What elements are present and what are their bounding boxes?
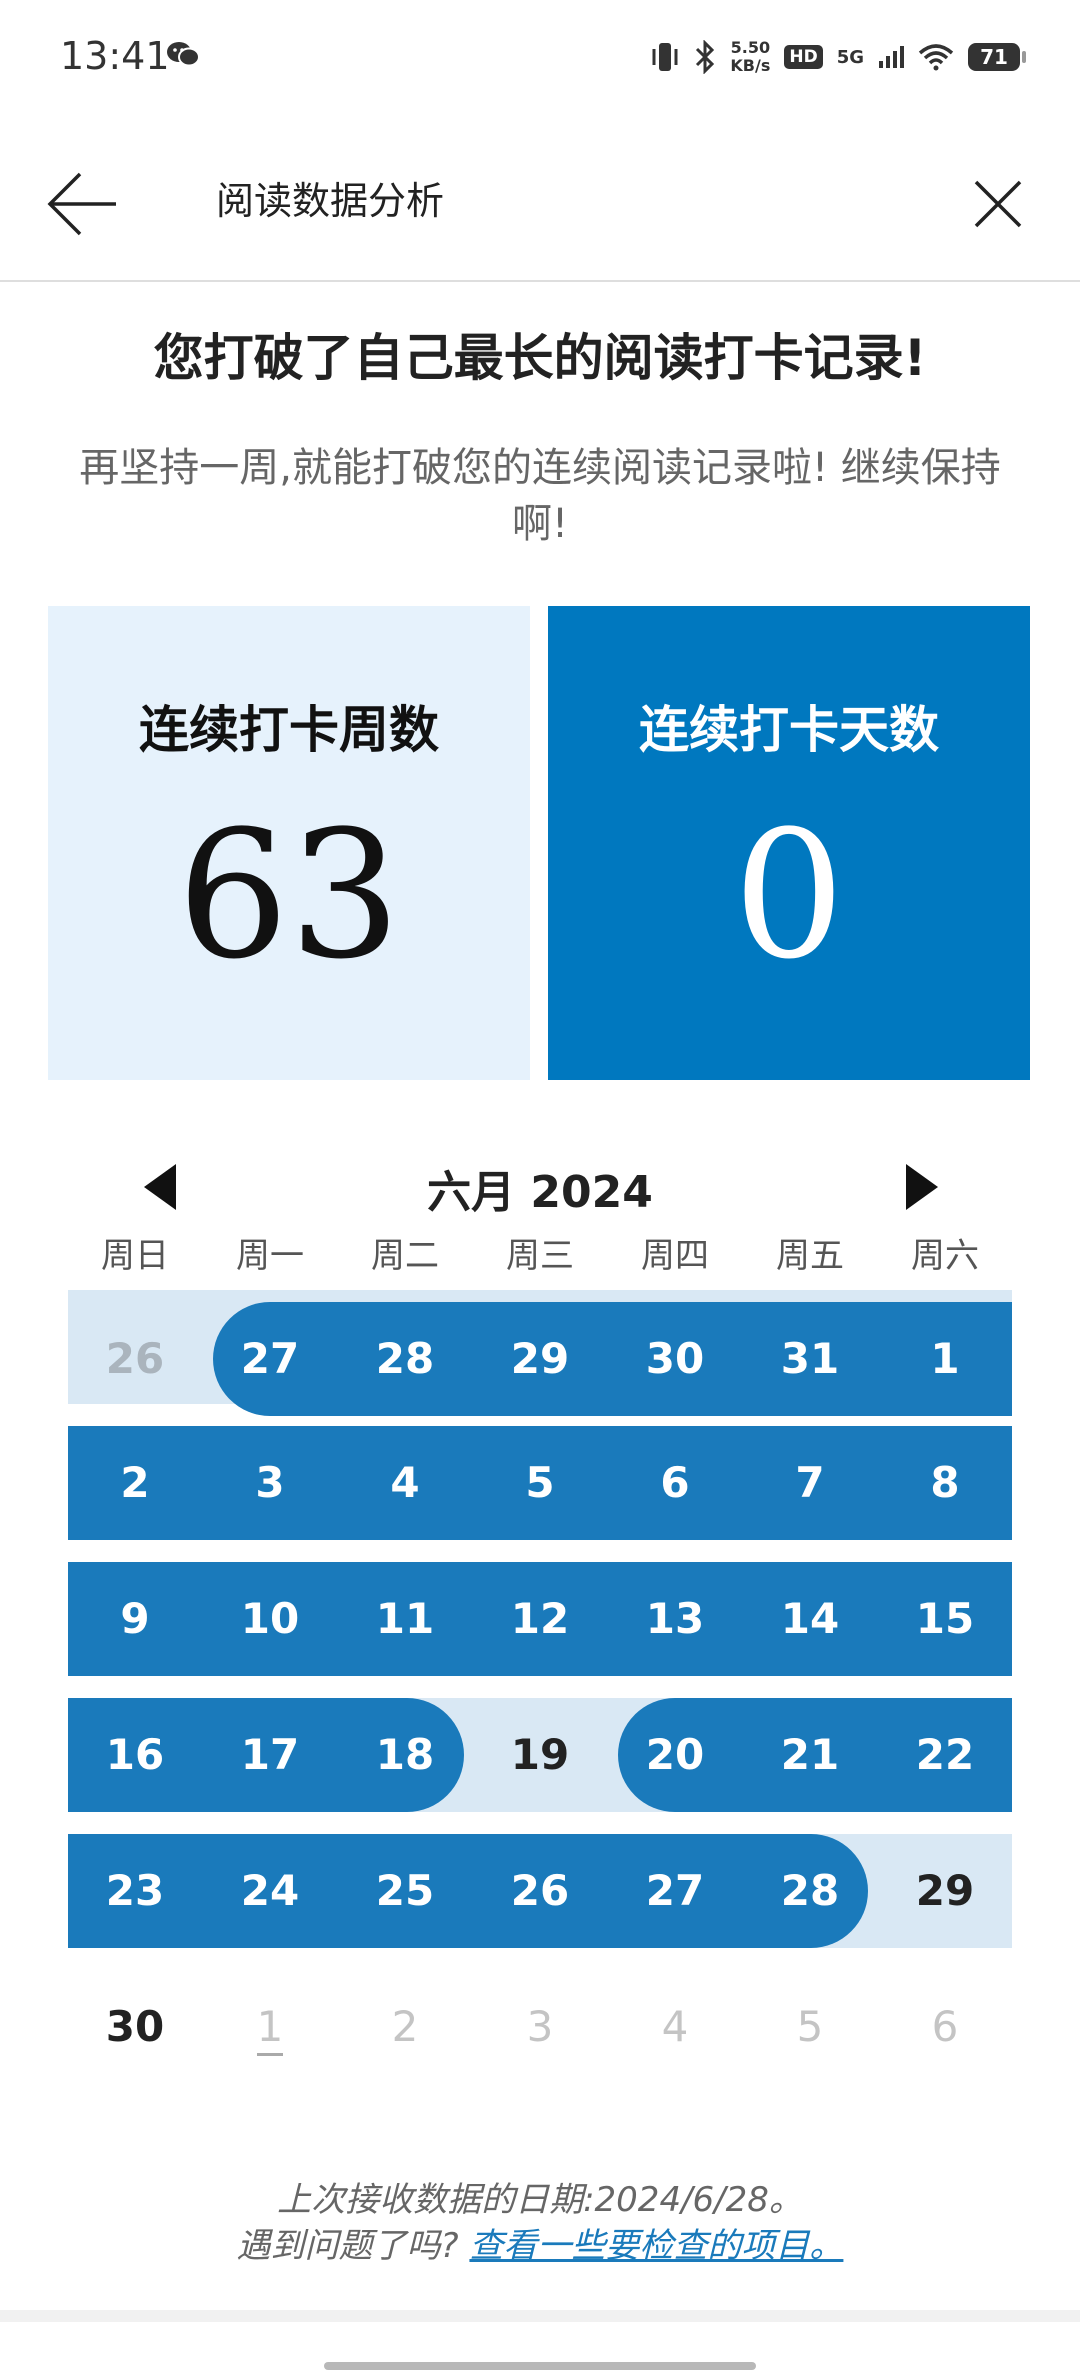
streak-weeks-value: 63 [177,793,401,998]
streak-days-card: 连续打卡天数 0 [548,606,1030,1080]
wechat-icon [167,42,200,67]
calendar-day[interactable]: 1 [203,1970,337,2084]
calendar-day[interactable]: 5 [743,1970,877,2084]
calendar-day[interactable]: 2 [338,1970,472,2084]
calendar-day[interactable]: 2 [68,1426,202,1540]
calendar-day[interactable]: 14 [743,1562,877,1676]
calendar-day[interactable]: 16 [68,1698,202,1812]
calendar-week-5: 23 24 25 26 27 28 29 [68,1834,1012,1948]
calendar-day[interactable]: 6 [608,1426,742,1540]
calendar-day[interactable]: 21 [743,1698,877,1812]
calendar-day-label: 1 [256,2002,284,2056]
wifi-icon [918,44,954,71]
weekday-sat: 周六 [911,1236,979,1276]
calendar-day[interactable]: 4 [338,1426,472,1540]
streak-days-value: 0 [733,793,845,998]
calendar-day[interactable]: 15 [878,1562,1012,1676]
calendar-day[interactable]: 22 [878,1698,1012,1812]
next-month-button[interactable] [902,1162,942,1212]
weekday-header: 周日 周一 周二 周三 周四 周五 周六 [68,1228,1012,1278]
calendar-day[interactable]: 24 [203,1834,337,1948]
network-speed-unit: KB/s [730,56,771,75]
status-time: 13:41 [60,34,170,78]
calendar-day[interactable]: 28 [338,1302,472,1416]
calendar-day[interactable]: 3 [203,1426,337,1540]
last-sync-text: 上次接收数据的日期:2024/6/28。 [277,2180,803,2220]
calendar-day[interactable]: 30 [68,1970,202,2084]
calendar-day[interactable]: 3 [473,1970,607,2084]
calendar-week-6: 30 1 2 3 4 5 6 [68,1970,1012,2084]
calendar-day[interactable]: 17 [203,1698,337,1812]
app-bar: 阅读数据分析 [0,112,1080,282]
achievement-subline: 再坚持一周,就能打破您的连续阅读记录啦! 继续保持啊! [79,445,1001,547]
calendar-day[interactable]: 10 [203,1562,337,1676]
status-icons: 5.50 KB/s HD 5G 71 [650,32,1026,82]
achievement-headline: 您打破了自己最长的阅读打卡记录! [153,329,927,387]
calendar-day[interactable]: 31 [743,1302,877,1416]
calendar-week-2: 2 3 4 5 6 7 8 [68,1426,1012,1540]
problem-prefix: 遇到问题了吗? [236,2226,459,2266]
calendar-day[interactable]: 27 [608,1834,742,1948]
calendar-day[interactable]: 4 [608,1970,742,2084]
battery-icon: 71 [968,43,1026,71]
back-arrow-icon[interactable] [40,162,124,246]
calendar-day[interactable]: 29 [473,1302,607,1416]
weekday-tue: 周二 [371,1236,439,1276]
calendar-day[interactable]: 5 [473,1426,607,1540]
bottom-divider [0,2310,1080,2322]
calendar-week-1: 26 27 28 29 30 31 1 [68,1290,1012,1416]
calendar-month-label: 六月 2024 [427,1167,653,1218]
signal-icon [879,46,904,68]
calendar-day[interactable]: 13 [608,1562,742,1676]
calendar-day[interactable]: 12 [473,1562,607,1676]
close-icon[interactable] [956,162,1040,246]
calendar-day[interactable]: 28 [743,1834,877,1948]
vibrate-icon [652,43,678,71]
calendar-day[interactable]: 27 [203,1302,337,1416]
network-speed: 5.50 KB/s [730,39,770,75]
calendar-day[interactable]: 7 [743,1426,877,1540]
bluetooth-icon [696,40,715,74]
calendar-day[interactable]: 25 [338,1834,472,1948]
previous-month-button[interactable] [140,1162,180,1212]
streak-days-label: 连续打卡天数 [639,701,939,759]
network-type: 5G [836,46,864,68]
weekday-wed: 周三 [506,1236,574,1276]
calendar-day[interactable]: 29 [878,1834,1012,1948]
calendar-day[interactable]: 20 [608,1698,742,1812]
calendar-day[interactable]: 11 [338,1562,472,1676]
calendar-day[interactable]: 23 [68,1834,202,1948]
weekday-fri: 周五 [776,1236,844,1276]
page-title: 阅读数据分析 [216,179,445,223]
calendar-day[interactable]: 8 [878,1426,1012,1540]
streak-weeks-label: 连续打卡周数 [139,701,439,759]
hd-badge: HD [784,45,823,69]
calendar-day[interactable]: 9 [68,1562,202,1676]
problem-text: 遇到问题了吗? 查看一些要检查的项目。 [0,2218,1080,2267]
weekday-mon: 周一 [236,1236,304,1276]
calendar-week-4: 16 17 18 19 20 21 22 [68,1698,1012,1812]
calendar-day[interactable]: 30 [608,1302,742,1416]
home-indicator[interactable] [324,2362,756,2370]
calendar-day[interactable]: 26 [68,1302,202,1416]
status-bar: 13:41 5.50 KB/s HD 5G 71 [0,0,1080,112]
calendar-day[interactable]: 18 [338,1698,472,1812]
weekday-sun: 周日 [101,1236,169,1276]
network-speed-value: 5.50 [730,38,771,57]
troubleshoot-link[interactable]: 查看一些要检查的项目。 [469,2226,843,2266]
weekday-thu: 周四 [641,1236,709,1276]
calendar-day[interactable]: 1 [878,1302,1012,1416]
calendar-day[interactable]: 26 [473,1834,607,1948]
calendar-day[interactable]: 6 [878,1970,1012,2084]
calendar-week-3: 9 10 11 12 13 14 15 [68,1562,1012,1676]
streak-weeks-card: 连续打卡周数 63 [48,606,530,1080]
calendar-day[interactable]: 19 [473,1698,607,1812]
battery-level: 71 [980,45,1008,69]
